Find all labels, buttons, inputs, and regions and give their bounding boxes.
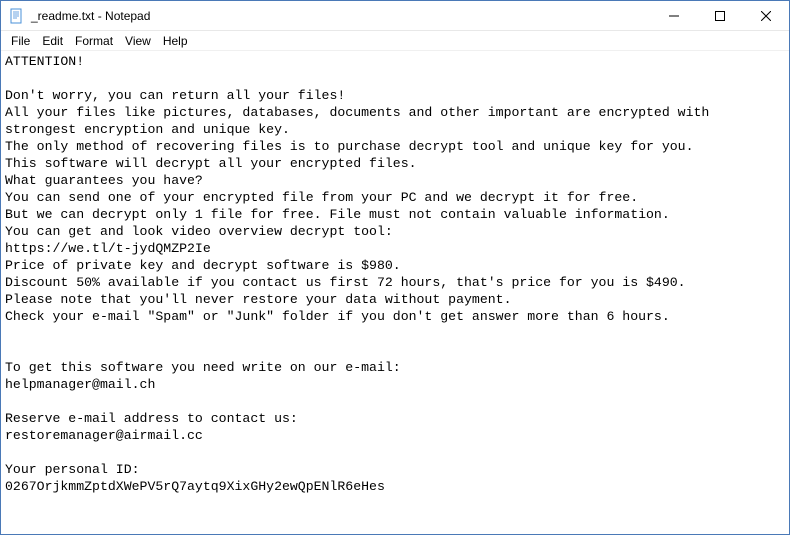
document-text: ATTENTION! Don't worry, you can return a…	[5, 54, 717, 494]
window-title: _readme.txt - Notepad	[31, 9, 150, 23]
menu-view[interactable]: View	[119, 33, 157, 49]
notepad-icon	[9, 8, 25, 24]
close-button[interactable]	[743, 1, 789, 31]
window-controls	[651, 1, 789, 30]
minimize-button[interactable]	[651, 1, 697, 31]
menu-file[interactable]: File	[5, 33, 36, 49]
menu-format[interactable]: Format	[69, 33, 119, 49]
menu-edit[interactable]: Edit	[36, 33, 69, 49]
menubar: File Edit Format View Help	[1, 31, 789, 51]
menu-help[interactable]: Help	[157, 33, 194, 49]
notepad-window: _readme.txt - Notepad File Edit Format V…	[0, 0, 790, 535]
text-area[interactable]: ATTENTION! Don't worry, you can return a…	[1, 51, 789, 534]
maximize-button[interactable]	[697, 1, 743, 31]
titlebar[interactable]: _readme.txt - Notepad	[1, 1, 789, 31]
